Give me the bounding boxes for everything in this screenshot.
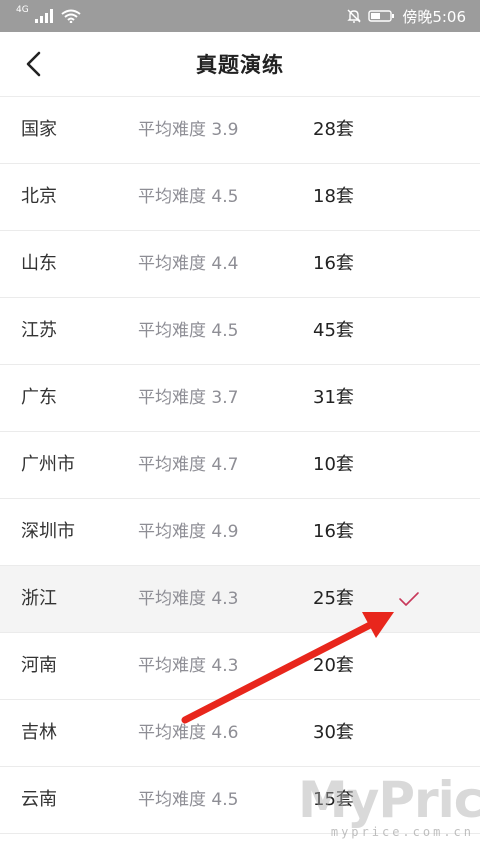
region-name: 国家 [21,119,57,140]
set-count: 10套 [313,454,354,475]
average-difficulty: 平均难度 4.3 [138,589,239,609]
status-bar-left: 4G [16,5,81,23]
region-name: 深圳市 [21,521,75,542]
list-item[interactable]: 广东 平均难度 3.7 31套 [0,365,480,432]
list-item[interactable]: 北京 平均难度 4.5 18套 [0,164,480,231]
region-list: 国家 平均难度 3.9 28套 北京 平均难度 4.5 18套 山东 平均难度 … [0,97,480,834]
back-button[interactable] [16,46,52,82]
average-difficulty: 平均难度 4.7 [138,455,239,475]
chevron-left-icon [26,51,41,77]
list-item[interactable]: 江苏 平均难度 4.5 45套 [0,298,480,365]
average-difficulty: 平均难度 4.5 [138,187,239,207]
region-name: 浙江 [21,588,57,609]
list-item[interactable]: 国家 平均难度 3.9 28套 [0,97,480,164]
set-count: 16套 [313,253,354,274]
status-bar: 4G 傍晚5:06 [0,0,480,32]
average-difficulty: 平均难度 4.5 [138,790,239,810]
set-count: 16套 [313,521,354,542]
region-name: 河南 [21,655,57,676]
wifi-icon [61,9,81,23]
mute-bell-icon [347,9,362,23]
page-title: 真题演练 [196,53,284,77]
set-count: 20套 [313,655,354,676]
battery-icon [368,10,395,22]
list-item-selected[interactable]: 浙江 平均难度 4.3 25套 [0,566,480,633]
status-bar-right: 傍晚5:06 [346,6,466,27]
average-difficulty: 平均难度 4.6 [138,723,239,743]
list-item[interactable]: 深圳市 平均难度 4.9 16套 [0,499,480,566]
region-name: 山东 [21,253,57,274]
set-count: 45套 [313,320,354,341]
set-count: 31套 [313,387,354,408]
region-name: 江苏 [21,320,57,341]
check-icon [399,592,419,606]
region-name: 北京 [21,186,57,207]
average-difficulty: 平均难度 3.7 [138,388,239,408]
average-difficulty: 平均难度 3.9 [138,120,239,140]
network-type: 4G [16,5,29,15]
region-name: 广东 [21,387,57,408]
region-name: 吉林 [21,722,57,743]
list-item[interactable]: 山东 平均难度 4.4 16套 [0,231,480,298]
set-count: 30套 [313,722,354,743]
list-item[interactable]: 云南 平均难度 4.5 15套 [0,767,480,834]
set-count: 25套 [313,588,354,609]
set-count: 28套 [313,119,354,140]
set-count: 15套 [313,789,354,810]
signal-icon [34,9,53,23]
region-name: 广州市 [21,454,75,475]
average-difficulty: 平均难度 4.9 [138,522,239,542]
list-item[interactable]: 河南 平均难度 4.3 20套 [0,633,480,700]
average-difficulty: 平均难度 4.4 [138,254,239,274]
list-item[interactable]: 广州市 平均难度 4.7 10套 [0,432,480,499]
average-difficulty: 平均难度 4.3 [138,656,239,676]
region-name: 云南 [21,789,57,810]
average-difficulty: 平均难度 4.5 [138,321,239,341]
list-item[interactable]: 吉林 平均难度 4.6 30套 [0,700,480,767]
header-bar: 真题演练 [0,32,480,97]
status-time: 傍晚5:06 [402,7,466,26]
set-count: 18套 [313,186,354,207]
